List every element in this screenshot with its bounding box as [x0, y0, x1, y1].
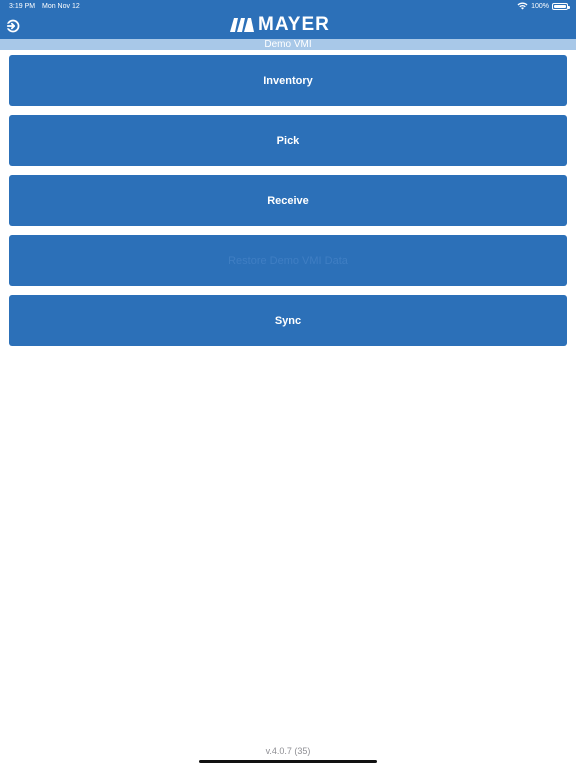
battery-icon: [552, 2, 570, 10]
receive-button[interactable]: Receive: [9, 175, 567, 226]
logout-icon: [6, 19, 20, 33]
brand-logo: MAYER: [230, 14, 330, 35]
app-header: 3:19 PM Mon Nov 12 100% MAYER: [0, 0, 576, 39]
home-indicator: [199, 760, 377, 763]
status-right: 100%: [517, 2, 570, 10]
status-time: 3:19 PM: [9, 3, 36, 10]
app-version: v.4.0.7 (35): [265, 746, 311, 756]
status-date: Mon Nov 12: [42, 3, 80, 10]
pick-button[interactable]: Pick: [9, 115, 567, 166]
wifi-icon: [517, 2, 528, 10]
mayer-logo-icon: [230, 18, 254, 32]
status-bar: 3:19 PM Mon Nov 12 100%: [0, 0, 576, 13]
sync-button[interactable]: Sync: [9, 295, 567, 346]
inventory-button[interactable]: Inventory: [9, 55, 567, 106]
page-subtitle: Demo VMI: [0, 39, 576, 50]
restore-demo-data-button: Restore Demo VMI Data: [9, 235, 567, 286]
battery-percent: 100%: [531, 2, 549, 10]
logout-button[interactable]: [4, 17, 22, 35]
brand-name: MAYER: [258, 14, 330, 35]
